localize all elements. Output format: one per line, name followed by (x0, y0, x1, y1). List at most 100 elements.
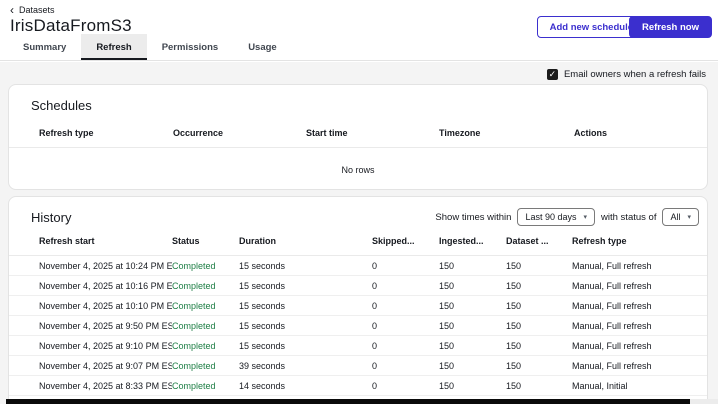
horizontal-scrollbar-thumb[interactable] (6, 399, 690, 404)
cell-refresh-type: Manual, Full refresh (572, 260, 652, 271)
cell-refresh-start: November 4, 2025 at 9:50 PM EST (39, 320, 172, 331)
refresh-now-button[interactable]: Refresh now (628, 16, 712, 38)
cell-dataset: 150 (506, 380, 522, 391)
cell-refresh-type: Manual, Full refresh (572, 320, 652, 331)
scrollbar-corner (690, 399, 718, 404)
table-row: November 4, 2025 at 10:16 PM EST Complet… (9, 276, 707, 296)
schedules-col-actions: Actions (574, 128, 699, 138)
cell-dataset: 150 (506, 260, 522, 271)
horizontal-scrollbar (0, 399, 718, 404)
time-range-select[interactable]: Last 90 days ▾ (517, 208, 596, 226)
email-owners-checkbox-row[interactable]: ✓ Email owners when a refresh fails (546, 69, 706, 80)
history-col-skipped: Skipped... (372, 236, 439, 246)
cell-refresh-start: November 4, 2025 at 9:07 PM EST (39, 360, 172, 371)
cell-skipped: 0 (372, 360, 378, 371)
chevron-down-icon: ▾ (687, 214, 691, 221)
cell-dataset: 150 (506, 360, 522, 371)
cell-skipped: 0 (372, 280, 378, 291)
table-row: November 4, 2025 at 8:33 PM EST Complete… (9, 376, 707, 396)
page-header: ‹ Datasets IrisDataFromS3 Add new schedu… (0, 0, 718, 61)
cell-dataset: 150 (506, 340, 522, 351)
status-select[interactable]: All ▾ (662, 208, 699, 226)
cell-ingested: 150 (439, 360, 455, 371)
cell-dataset: 150 (506, 320, 522, 331)
cell-duration: 15 seconds (239, 320, 286, 331)
status-value: All (670, 212, 681, 222)
cell-status: Completed (172, 300, 216, 311)
page-title: IrisDataFromS3 (10, 16, 132, 35)
email-owners-checkbox[interactable]: ✓ (546, 69, 558, 80)
cell-dataset: 150 (506, 300, 522, 311)
tab-summary[interactable]: Summary (8, 34, 81, 60)
tab-permissions[interactable]: Permissions (147, 34, 234, 60)
breadcrumb[interactable]: ‹ Datasets (10, 4, 55, 16)
cell-skipped: 0 (372, 300, 378, 311)
cell-duration: 15 seconds (239, 340, 286, 351)
history-title: History (31, 209, 72, 225)
cell-refresh-start: November 4, 2025 at 10:24 PM EST (39, 260, 172, 271)
schedules-col-timezone: Timezone (439, 128, 574, 138)
cell-refresh-start: November 4, 2025 at 9:10 PM EST (39, 340, 172, 351)
schedules-col-occurrence: Occurrence (173, 128, 306, 138)
schedules-card: Schedules Refresh type Occurrence Start … (8, 84, 708, 190)
cell-skipped: 0 (372, 320, 378, 331)
cell-duration: 15 seconds (239, 280, 286, 291)
cell-refresh-type: Manual, Initial (572, 380, 628, 391)
schedules-title: Schedules (31, 98, 92, 113)
history-col-dataset: Dataset ... (506, 236, 572, 246)
tab-refresh[interactable]: Refresh (81, 34, 147, 60)
content-area: ✓ Email owners when a refresh fails Sche… (0, 62, 718, 404)
cell-refresh-type: Manual, Full refresh (572, 360, 652, 371)
schedules-col-start-time: Start time (306, 128, 439, 138)
schedules-empty-state: No rows (341, 165, 375, 175)
history-col-refresh-type: Refresh type (572, 236, 699, 246)
schedules-table-header: Refresh type Occurrence Start time Timez… (9, 128, 707, 148)
cell-skipped: 0 (372, 340, 378, 351)
table-row: November 4, 2025 at 10:24 PM EST Complet… (9, 256, 707, 276)
table-row: November 4, 2025 at 9:07 PM EST Complete… (9, 356, 707, 376)
cell-ingested: 150 (439, 260, 455, 271)
table-row: November 4, 2025 at 10:10 PM EST Complet… (9, 296, 707, 316)
email-owners-label: Email owners when a refresh fails (563, 69, 706, 80)
cell-status: Completed (172, 320, 216, 331)
cell-ingested: 150 (439, 320, 455, 331)
table-row: November 4, 2025 at 9:10 PM EST Complete… (9, 336, 707, 356)
history-col-ingested: Ingested... (439, 236, 506, 246)
cell-refresh-start: November 4, 2025 at 10:16 PM EST (39, 280, 172, 291)
cell-skipped: 0 (372, 260, 378, 271)
cell-status: Completed (172, 280, 216, 291)
cell-refresh-start: November 4, 2025 at 8:33 PM EST (39, 380, 172, 391)
cell-skipped: 0 (372, 380, 378, 391)
cell-duration: 15 seconds (239, 260, 286, 271)
history-col-duration: Duration (239, 236, 372, 246)
cell-status: Completed (172, 260, 216, 271)
cell-ingested: 150 (439, 340, 455, 351)
cell-status: Completed (172, 360, 216, 371)
breadcrumb-label: Datasets (19, 5, 55, 15)
cell-status: Completed (172, 380, 216, 391)
tab-usage[interactable]: Usage (233, 34, 292, 60)
history-card-header: History Show times within Last 90 days ▾… (9, 197, 707, 226)
cell-refresh-start: November 4, 2025 at 10:10 PM EST (39, 300, 172, 311)
history-table-body: November 4, 2025 at 10:24 PM EST Complet… (9, 256, 707, 396)
cell-ingested: 150 (439, 300, 455, 311)
history-table-header: Refresh start Status Duration Skipped...… (9, 236, 707, 256)
cell-duration: 14 seconds (239, 380, 286, 391)
cell-dataset: 150 (506, 280, 522, 291)
history-col-refresh-start: Refresh start (39, 236, 95, 246)
history-filters: Show times within Last 90 days ▾ with st… (435, 208, 699, 226)
filter-time-label: Show times within (435, 211, 512, 223)
history-card: History Show times within Last 90 days ▾… (8, 196, 708, 404)
time-range-value: Last 90 days (525, 212, 577, 222)
chevron-down-icon: ▾ (583, 214, 588, 221)
cell-refresh-type: Manual, Full refresh (572, 340, 652, 351)
history-col-status: Status (172, 236, 239, 246)
tab-bar: Summary Refresh Permissions Usage (8, 34, 292, 60)
cell-refresh-type: Manual, Full refresh (572, 300, 652, 311)
cell-ingested: 150 (439, 280, 455, 291)
table-row: November 4, 2025 at 9:50 PM EST Complete… (9, 316, 707, 336)
cell-status: Completed (172, 340, 216, 351)
cell-duration: 39 seconds (239, 360, 286, 371)
cell-ingested: 150 (439, 380, 455, 391)
schedules-col-refresh-type: Refresh type (39, 128, 94, 138)
